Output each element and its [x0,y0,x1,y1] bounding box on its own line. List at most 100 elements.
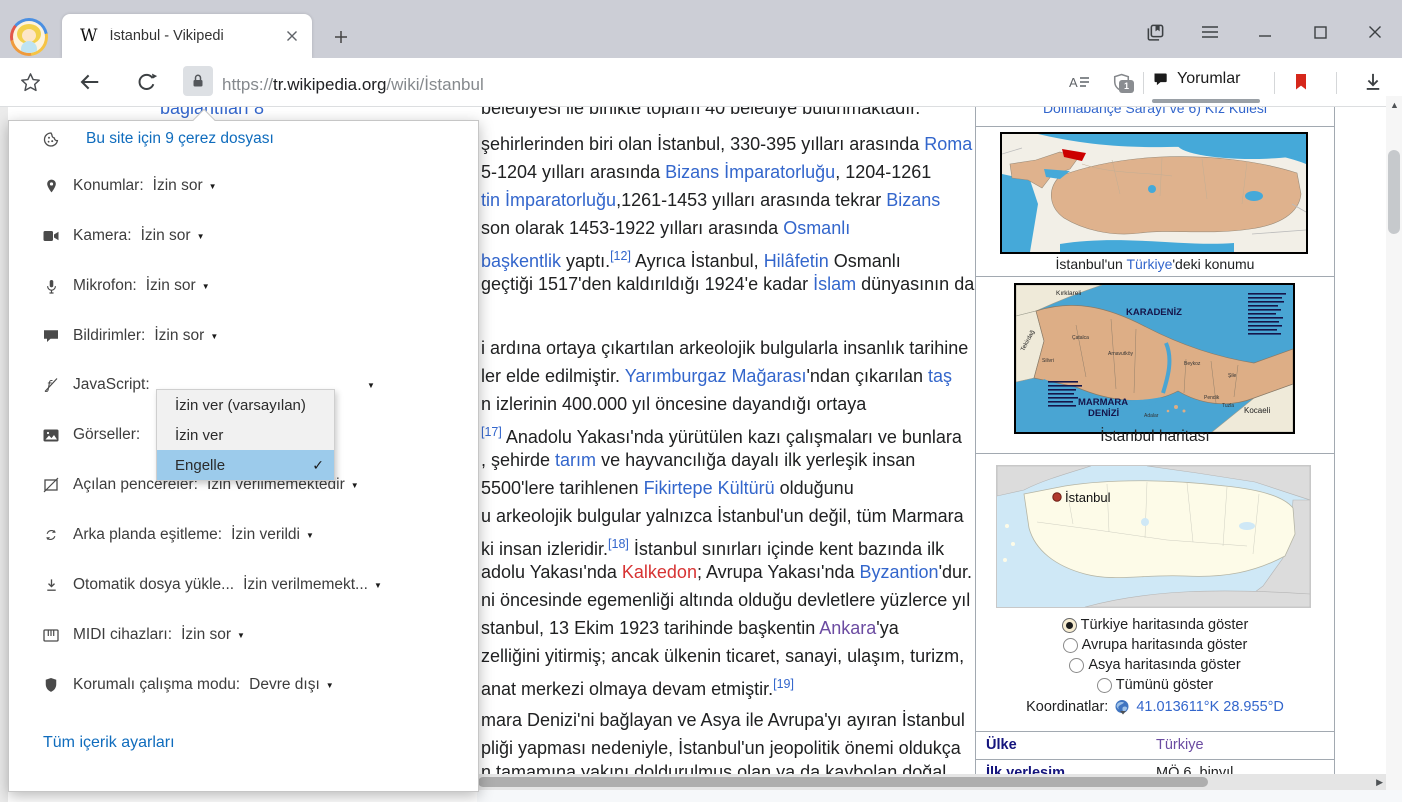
chevron-down-icon: ▼ [202,282,210,291]
all-content-settings-link[interactable]: Tüm içerik ayarları [43,734,175,752]
favorites-star-icon[interactable] [17,70,43,94]
article-link[interactable]: Roma [924,134,972,154]
permission-row-javascript[interactable]: ƒ JavaScript: ▼ [43,373,159,397]
minimize-button[interactable] [1252,20,1278,44]
radio-icon [1097,678,1112,693]
article-link[interactable]: Fikirtepe Kültürü [644,478,775,498]
lock-icon[interactable] [183,66,213,96]
article-text: 'deki konumu [1172,256,1254,272]
article-link[interactable]: Bizans İmparatorluğu [665,162,835,182]
svg-text:DENİZİ: DENİZİ [1088,408,1119,419]
permission-row-automatic-downloads[interactable]: Otomatik dosya yükle... İzin verilmemekt… [43,573,382,597]
chevron-down-icon: ▼ [209,182,217,191]
article-link[interactable]: tin İmparatorluğu [481,190,616,210]
comments-button[interactable]: Yorumlar [1152,70,1240,88]
horizontal-scrollbar-thumb[interactable] [478,777,1208,787]
collections-icon[interactable] [1142,20,1168,44]
article-text: geçtiği 1517'den kaldırıldığı 1924'e kad… [481,274,813,294]
site-permissions-panel: Bu site için 9 çerez dosyası Konumlar: İ… [8,120,479,792]
vertical-scrollbar-thumb[interactable] [1388,150,1400,234]
article-text: stanbul, 13 Ekim 1923 tarihinde başkenti… [481,618,819,638]
maximize-button[interactable] [1307,20,1333,44]
reference-link[interactable]: [18] [608,537,629,551]
article-link[interactable]: Byzantion [860,562,939,582]
download-icon[interactable] [1360,70,1386,94]
article-link[interactable]: Yarımburgaz Mağarası [625,366,807,386]
permission-row-location[interactable]: Konumlar: İzin sor ▼ [43,174,217,198]
permission-row-background-sync[interactable]: Arka planda eşitleme: İzin verildi ▼ [43,523,314,547]
svg-text:İstanbul: İstanbul [1065,490,1111,505]
tab-title: İstanbul - Vikipedi [109,28,272,44]
svg-text:Arnavutköy: Arnavutköy [1108,351,1134,357]
images-icon [43,427,59,443]
article-text: ,1261-1453 yılları arasında tekrar [616,190,886,210]
article-line: [17] Anadolu Yakası'nda yürütülen kazı ç… [481,420,962,449]
country-link[interactable]: Türkiye [1156,737,1204,753]
tab-close-icon[interactable] [286,30,298,42]
back-icon[interactable] [77,70,103,94]
radio-show-on-turkey-map[interactable]: Türkiye haritasında göster [976,615,1334,635]
article-link[interactable]: tarım [555,450,596,470]
permission-row-notifications[interactable]: Bildirimler: İzin sor ▼ [43,324,218,348]
article-link[interactable]: başkentlik [481,251,561,271]
permission-row-microphone[interactable]: Mikrofon: İzin sor ▼ [43,274,210,298]
chevron-down-icon: ▼ [197,232,205,241]
article-line: pliği yapması nedeniyle, İstanbul'un jeo… [481,736,961,760]
article-link[interactable]: Hilâfetin [764,251,829,271]
refresh-icon[interactable] [133,70,159,94]
permission-row-camera[interactable]: Kamera: İzin sor ▼ [43,224,204,248]
scroll-right-icon[interactable]: ▶ [1376,777,1383,788]
checkmark-icon: ✓ [312,457,324,474]
turkey-location-map[interactable] [1000,132,1308,254]
scroll-up-icon[interactable]: ▲ [1390,100,1399,110]
permission-row-midi[interactable]: MIDI cihazları: İzin sor ▼ [43,623,245,647]
profile-avatar[interactable] [10,18,48,56]
cookies-link[interactable]: Bu site için 9 çerez dosyası [43,127,274,151]
article-text: İstanbul'un [1056,256,1127,272]
article-link[interactable]: taş [928,366,952,386]
new-tab-button[interactable] [332,28,358,54]
reference-link[interactable]: [17] [481,425,502,439]
reader-mode-icon[interactable]: A [1066,70,1092,94]
article-text: 'ya [876,618,898,638]
radio-show-on-asia-map[interactable]: Asya haritasında göster [976,655,1334,675]
favorite-added-ribbon-icon[interactable] [1288,70,1314,94]
article-text: u arkeolojik bulgular yalnızca İstanbul'… [481,506,964,526]
dropdown-option-allow[interactable]: İzin ver [157,420,334,450]
article-link[interactable]: Osmanlı [783,218,850,238]
location-icon [43,178,59,194]
article-text: olduğunu [775,478,854,498]
vertical-scrollbar[interactable]: ▲ [1386,96,1402,802]
background-sync-icon [43,527,59,543]
coordinates-link[interactable]: 41.013611°K 28.955°D [1136,699,1284,715]
horizontal-scrollbar[interactable]: ▶ [477,774,1386,790]
article-link[interactable]: Bizans [886,190,940,210]
dropdown-option-block[interactable]: Engelle✓ [157,450,334,480]
article-text: zelliğini yitirmiş; ancak ülkenin ticare… [481,646,964,666]
browser-tab[interactable]: W İstanbul - Vikipedi [62,14,312,58]
menu-icon[interactable] [1197,20,1223,44]
reference-link[interactable]: [12] [610,249,631,263]
close-button[interactable] [1362,20,1388,44]
radio-show-all[interactable]: Tümünü göster [976,675,1334,695]
article-link[interactable]: Ankara [819,618,876,638]
chevron-down-icon: ▼ [374,581,382,590]
permission-row-images[interactable]: Görseller: [43,423,149,447]
comments-underline [1152,99,1260,103]
article-link[interactable]: Türkiye [1126,256,1172,272]
article-link[interactable]: Kalkedon [622,562,697,582]
radio-icon [1069,658,1084,673]
dropdown-option-allow-default[interactable]: İzin ver (varsayılan) [157,390,334,420]
article-link[interactable]: İslam [813,274,856,294]
notifications-icon [43,328,59,344]
istanbul-locator-map[interactable]: İstanbul [996,465,1311,608]
istanbul-province-map[interactable]: KARADENİZ MARMARA DENİZİ Kocaeli Kırklar… [1014,283,1295,434]
istanbul-map-caption: İstanbul haritası [976,428,1334,446]
article-line: u arkeolojik bulgular yalnızca İstanbul'… [481,504,964,528]
permission-row-protected-mode[interactable]: Korumalı çalışma modu: Devre dışı ▼ [43,673,334,697]
svg-text:Pendik: Pendik [1204,395,1220,401]
radio-show-on-europe-map[interactable]: Avrupa haritasında göster [976,635,1334,655]
svg-text:Çatalca: Çatalca [1072,335,1089,341]
reference-link[interactable]: [19] [773,677,794,691]
url-input[interactable]: https://tr.wikipedia.org/wiki/İstanbul [222,75,484,95]
